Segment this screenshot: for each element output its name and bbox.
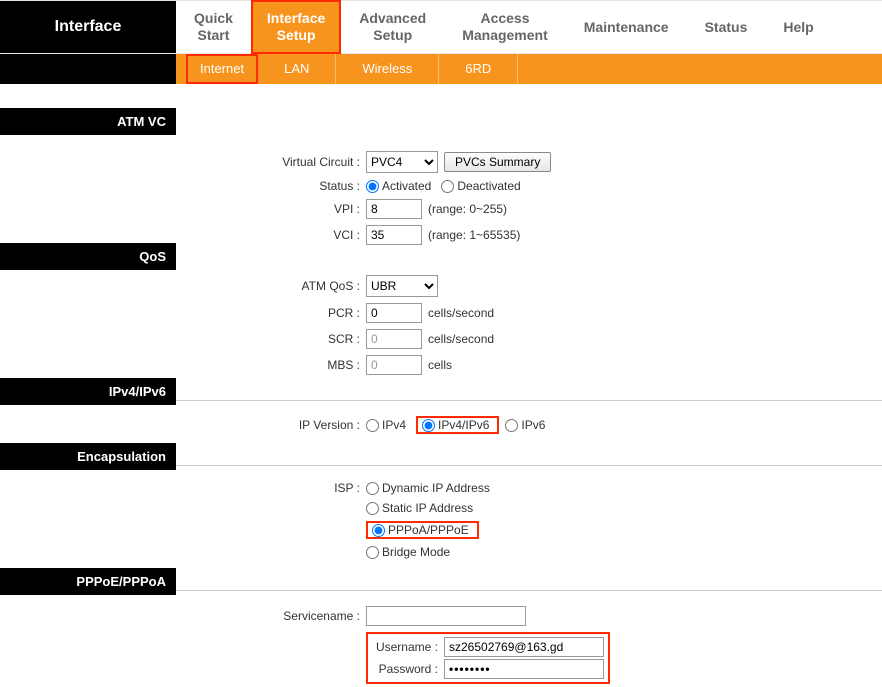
- tab-status[interactable]: Status: [687, 11, 766, 44]
- subnav-internet[interactable]: Internet: [186, 54, 258, 84]
- radio-activated[interactable]: Activated: [366, 179, 431, 193]
- section-header-atmvc: ATM VC: [0, 108, 176, 135]
- label-isp: ISP :: [176, 481, 366, 495]
- select-atmqos[interactable]: UBR: [366, 275, 438, 297]
- tab-help[interactable]: Help: [765, 11, 831, 44]
- highlight-credentials: Username : Password :: [366, 632, 610, 684]
- unit-mbs: cells: [428, 358, 452, 372]
- highlight-pppoe: PPPoA/PPPoE: [366, 521, 479, 539]
- section-header-qos: QoS: [0, 243, 176, 270]
- radio-ipv4[interactable]: IPv4: [366, 418, 406, 432]
- radio-pppoa-pppoe[interactable]: PPPoA/PPPoE: [372, 523, 469, 537]
- radio-dynamic-ip[interactable]: Dynamic IP Address: [366, 481, 490, 495]
- radio-ipv6[interactable]: IPv6: [505, 418, 545, 432]
- subnav-wireless[interactable]: Wireless: [336, 54, 439, 84]
- select-virtual-circuit[interactable]: PVC4: [366, 151, 438, 173]
- label-vci: VCI :: [176, 228, 366, 242]
- section-header-ppp: PPPoE/PPPoA: [0, 568, 176, 595]
- section-atmvc: ATM VC QoS Virtual Circuit : PVC4 PVCs S…: [0, 108, 882, 378]
- label-pcr: PCR :: [176, 306, 366, 320]
- input-vci[interactable]: [366, 225, 422, 245]
- label-atmqos: ATM QoS :: [176, 279, 366, 293]
- label-scr: SCR :: [176, 332, 366, 346]
- radio-deactivated[interactable]: Deactivated: [441, 179, 520, 193]
- label-status: Status :: [176, 179, 366, 193]
- input-vpi[interactable]: [366, 199, 422, 219]
- range-vci: (range: 1~65535): [428, 228, 520, 242]
- label-servicename: Servicename :: [176, 609, 366, 623]
- input-servicename[interactable]: [366, 606, 526, 626]
- tab-quick-start[interactable]: Quick Start: [176, 2, 251, 52]
- radio-bridge[interactable]: Bridge Mode: [366, 545, 450, 559]
- label-password: Password :: [372, 662, 444, 676]
- label-username: Username :: [372, 640, 444, 654]
- unit-pcr: cells/second: [428, 306, 494, 320]
- range-vpi: (range: 0~255): [428, 202, 507, 216]
- section-header-encap: Encapsulation: [0, 443, 176, 470]
- sub-nav: Internet LAN Wireless 6RD: [0, 54, 882, 84]
- top-bar: Interface Quick Start Interface Setup Ad…: [0, 0, 882, 54]
- input-username[interactable]: [444, 637, 604, 657]
- label-mbs: MBS :: [176, 358, 366, 372]
- section-ipv: IPv4/IPv6 IP Version : IPv4 IPv4/IPv6 IP…: [0, 378, 882, 443]
- section-encap: Encapsulation ISP : Dynamic IP Address S…: [0, 443, 882, 568]
- section-ppp: PPPoE/PPPoA Servicename : Username : Pas…: [0, 568, 882, 687]
- radio-ipv4ipv6[interactable]: IPv4/IPv6: [422, 418, 489, 432]
- tab-maintenance[interactable]: Maintenance: [566, 11, 687, 44]
- subnav-lan[interactable]: LAN: [258, 54, 336, 84]
- radio-static-ip[interactable]: Static IP Address: [366, 501, 473, 515]
- main-tabs: Quick Start Interface Setup Advanced Set…: [176, 1, 882, 53]
- input-pcr[interactable]: [366, 303, 422, 323]
- input-password[interactable]: [444, 659, 604, 679]
- tab-advanced-setup[interactable]: Advanced Setup: [341, 2, 444, 52]
- section-header-ipv: IPv4/IPv6: [0, 378, 176, 405]
- brand-title: Interface: [0, 1, 176, 53]
- unit-scr: cells/second: [428, 332, 494, 346]
- subnav-6rd[interactable]: 6RD: [439, 54, 518, 84]
- label-virtual-circuit: Virtual Circuit :: [176, 155, 366, 169]
- input-mbs: [366, 355, 422, 375]
- label-vpi: VPI :: [176, 202, 366, 216]
- highlight-ipv46: IPv4/IPv6: [416, 416, 499, 434]
- pvcs-summary-button[interactable]: PVCs Summary: [444, 152, 551, 172]
- tab-access-management[interactable]: Access Management: [444, 2, 566, 52]
- label-ipversion: IP Version :: [176, 418, 366, 432]
- tab-interface-setup[interactable]: Interface Setup: [251, 0, 341, 54]
- input-scr: [366, 329, 422, 349]
